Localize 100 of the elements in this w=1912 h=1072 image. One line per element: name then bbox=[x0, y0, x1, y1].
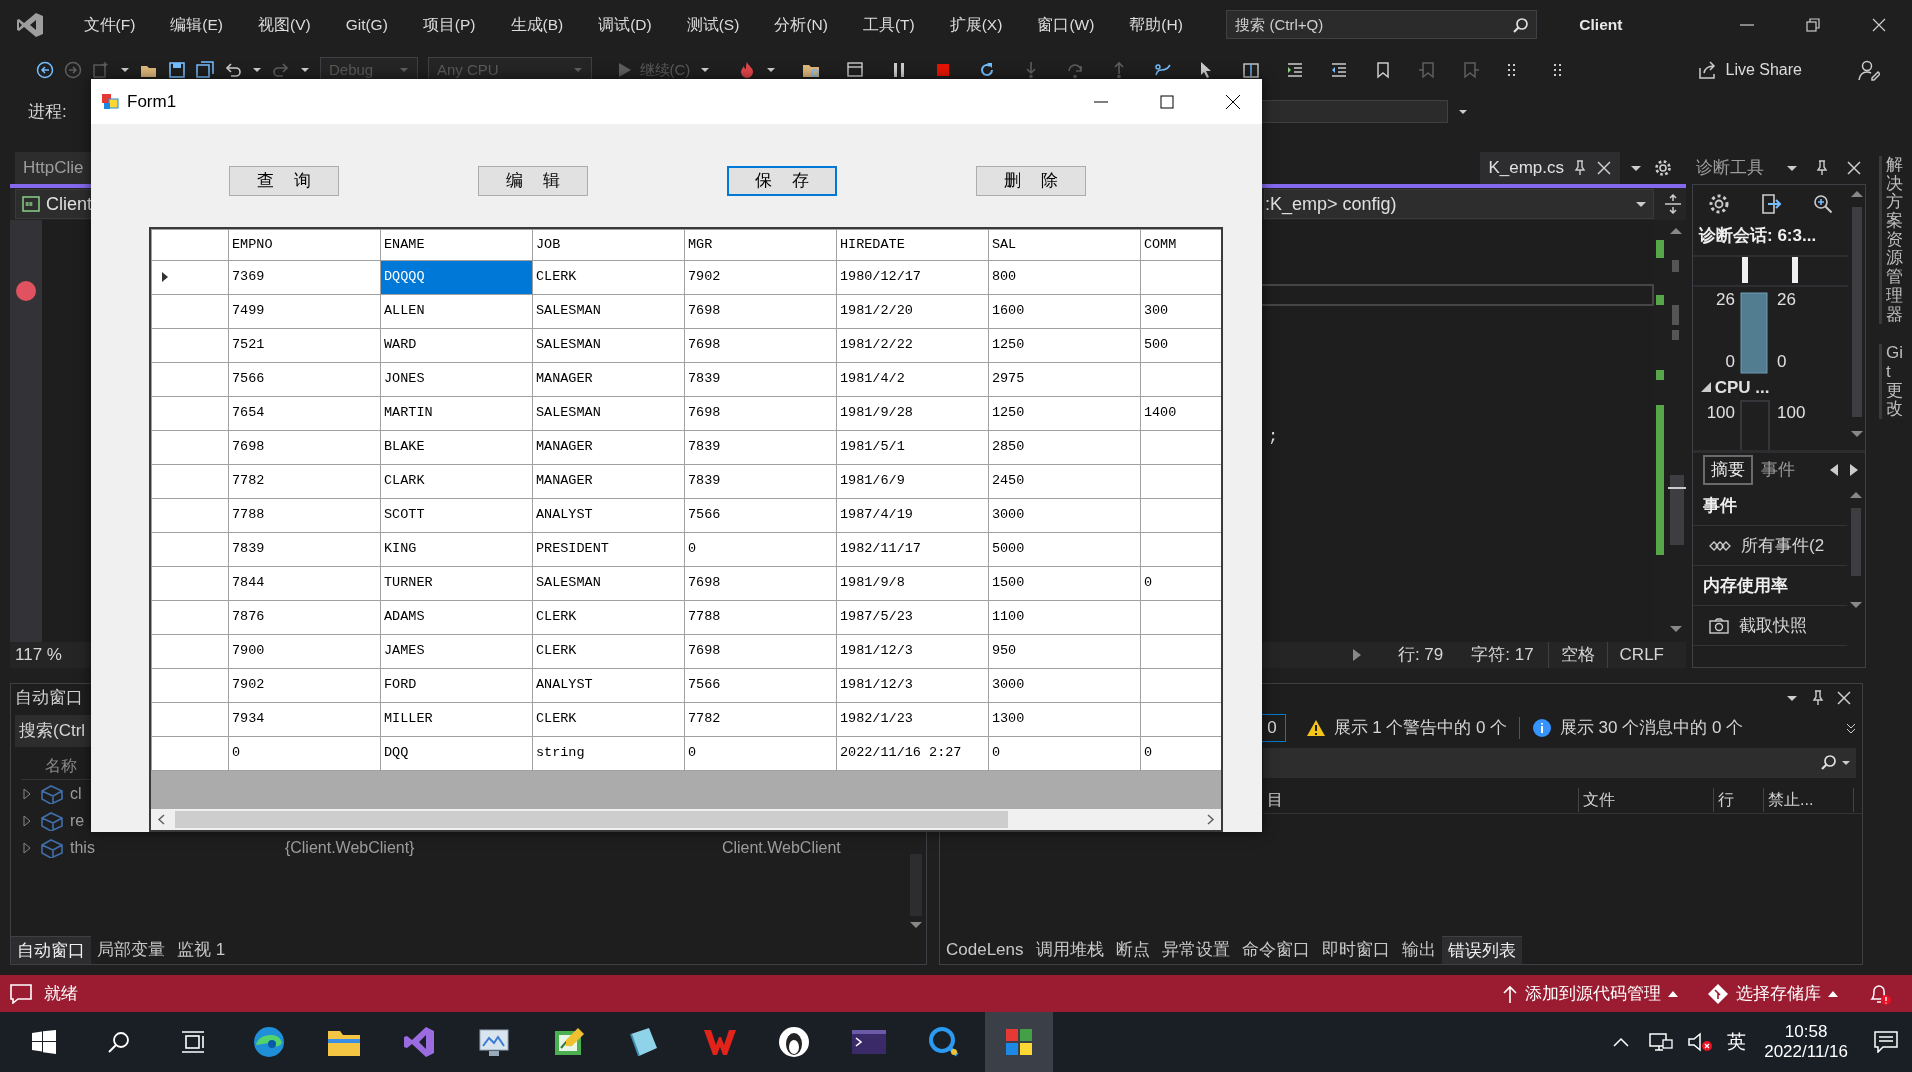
table-cell[interactable]: 7698 bbox=[684, 396, 837, 431]
table-cell[interactable]: 1981/12/3 bbox=[836, 668, 989, 703]
tab[interactable]: 局部变量 bbox=[91, 936, 171, 964]
close-icon[interactable] bbox=[1596, 160, 1612, 176]
table-cell[interactable]: 7876 bbox=[228, 600, 381, 635]
expand-arrow-icon[interactable] bbox=[22, 842, 32, 853]
table-cell[interactable]: 7698 bbox=[684, 566, 837, 601]
table-cell[interactable]: 1981/2/22 bbox=[836, 328, 989, 363]
redo-icon[interactable] bbox=[272, 61, 290, 79]
chevron-up-icon[interactable] bbox=[1613, 1037, 1630, 1047]
table-cell[interactable]: CLERK bbox=[532, 600, 685, 635]
tab[interactable]: 断点 bbox=[1109, 936, 1156, 964]
table-cell[interactable]: 7654 bbox=[228, 396, 381, 431]
clock-date[interactable]: 2022/11/16 bbox=[1764, 1042, 1848, 1062]
table-cell[interactable]: DQQ bbox=[380, 736, 533, 771]
forward-icon[interactable] bbox=[64, 61, 82, 79]
search-icon[interactable] bbox=[1820, 754, 1838, 772]
app-logo-icon[interactable] bbox=[16, 11, 44, 38]
menu-item[interactable]: 文件(F) bbox=[66, 12, 153, 37]
window-icon[interactable] bbox=[846, 61, 865, 79]
menu-item[interactable]: 视图(V) bbox=[240, 12, 329, 37]
tab[interactable]: CodeLens bbox=[940, 936, 1030, 964]
table-cell[interactable]: MANAGER bbox=[532, 362, 685, 397]
menu-item[interactable]: 扩展(X) bbox=[932, 12, 1020, 37]
table-cell[interactable]: 0 bbox=[228, 736, 381, 771]
table-cell[interactable]: 300 bbox=[1140, 294, 1221, 329]
table-cell[interactable]: 0 bbox=[1140, 736, 1221, 771]
menu-item[interactable]: 生成(B) bbox=[493, 12, 581, 37]
caret-icon[interactable] bbox=[1842, 759, 1850, 767]
menu-item[interactable]: 项目(P) bbox=[405, 12, 493, 37]
table-cell[interactable]: 2975 bbox=[988, 362, 1141, 397]
expand-arrow-icon[interactable] bbox=[22, 788, 32, 799]
table-cell[interactable]: CLERK bbox=[532, 260, 685, 295]
member-dropdown[interactable]: :K_emp> config) bbox=[1264, 189, 1654, 219]
settings-icon[interactable] bbox=[1654, 159, 1672, 177]
export-icon[interactable] bbox=[1760, 193, 1783, 215]
table-cell[interactable]: TURNER bbox=[380, 566, 533, 601]
save-icon[interactable] bbox=[168, 61, 186, 79]
caret-icon[interactable] bbox=[766, 65, 777, 75]
table-cell[interactable]: ANALYST bbox=[532, 498, 685, 533]
table-cell[interactable]: ANALYST bbox=[532, 668, 685, 703]
expand-arrow-icon[interactable] bbox=[22, 815, 32, 826]
table-cell[interactable]: 7566 bbox=[228, 362, 381, 397]
table-cell[interactable]: 7782 bbox=[684, 702, 837, 737]
scroll-right-icon[interactable] bbox=[1351, 648, 1362, 662]
split-page-icon[interactable] bbox=[1242, 61, 1261, 79]
new-item-icon[interactable] bbox=[92, 61, 110, 79]
table-cell[interactable]: 2022/11/16 2:27 bbox=[836, 736, 989, 771]
table-cell[interactable]: JONES bbox=[380, 362, 533, 397]
tab[interactable]: 命令窗口 bbox=[1235, 936, 1316, 964]
table-cell[interactable]: 1981/9/28 bbox=[836, 396, 989, 431]
add-to-source-control-button[interactable]: 添加到源代码管理 bbox=[1503, 980, 1678, 1007]
table-cell[interactable]: CLERK bbox=[532, 702, 685, 737]
breakpoint-icon[interactable] bbox=[15, 280, 37, 302]
table-cell[interactable]: 7788 bbox=[228, 498, 381, 533]
table-cell[interactable]: SALESMAN bbox=[532, 566, 685, 601]
table-cell[interactable]: 950 bbox=[988, 634, 1141, 669]
menu-item[interactable]: 帮助(H) bbox=[1111, 12, 1201, 37]
outdent-icon[interactable] bbox=[1330, 61, 1349, 79]
table-cell[interactable]: BLAKE bbox=[380, 430, 533, 465]
table-cell[interactable]: SCOTT bbox=[380, 498, 533, 533]
list-item[interactable]: 所有事件(2 bbox=[1693, 526, 1847, 566]
table-cell[interactable]: 500 bbox=[1140, 328, 1221, 363]
tab[interactable]: 异常设置 bbox=[1155, 936, 1236, 964]
caret-icon[interactable] bbox=[700, 65, 711, 75]
menu-item[interactable]: 编辑(E) bbox=[152, 12, 241, 37]
action-button[interactable]: 保 存 bbox=[727, 166, 837, 196]
whitespace-indicator[interactable]: 空格 bbox=[1547, 642, 1607, 668]
live-share-button[interactable]: Live Share bbox=[1691, 58, 1808, 82]
tab[interactable]: 错误列表 bbox=[1441, 936, 1522, 964]
table-cell[interactable]: 1600 bbox=[988, 294, 1141, 329]
table-cell[interactable]: 7782 bbox=[228, 464, 381, 499]
scroll-right-icon[interactable] bbox=[1849, 462, 1859, 477]
table-cell[interactable]: SALESMAN bbox=[532, 294, 685, 329]
table-cell[interactable]: SALESMAN bbox=[532, 328, 685, 363]
table-cell[interactable]: 1981/2/20 bbox=[836, 294, 989, 329]
table-cell[interactable]: 1981/4/2 bbox=[836, 362, 989, 397]
table-cell[interactable]: 7566 bbox=[684, 498, 837, 533]
table-cell[interactable]: ALLEN bbox=[380, 294, 533, 329]
table-cell[interactable]: 7698 bbox=[684, 634, 837, 669]
table-cell[interactable]: 1981/5/1 bbox=[836, 430, 989, 465]
menu-item[interactable]: 分析(N) bbox=[756, 12, 846, 37]
comment-icon[interactable] bbox=[10, 983, 32, 1004]
feedback-person-icon[interactable] bbox=[1858, 59, 1880, 81]
table-cell[interactable]: 1400 bbox=[1140, 396, 1221, 431]
menu-item[interactable]: 窗口(W) bbox=[1019, 12, 1112, 37]
table-cell[interactable]: 1250 bbox=[988, 396, 1141, 431]
table-cell[interactable]: 1987/4/19 bbox=[836, 498, 989, 533]
tab[interactable]: 监视 1 bbox=[171, 936, 232, 964]
table-cell[interactable]: 2450 bbox=[988, 464, 1141, 499]
tab[interactable]: 输出 bbox=[1395, 936, 1442, 964]
undo-icon[interactable] bbox=[224, 61, 242, 79]
indent-icon[interactable] bbox=[1286, 61, 1305, 79]
table-cell[interactable]: 7698 bbox=[684, 294, 837, 329]
table-cell[interactable]: DQQQQ bbox=[380, 260, 533, 295]
table-cell[interactable]: 7499 bbox=[228, 294, 381, 329]
caret-icon[interactable] bbox=[300, 65, 310, 75]
table-cell[interactable]: CLERK bbox=[532, 634, 685, 669]
table-cell[interactable]: 7934 bbox=[228, 702, 381, 737]
table-cell[interactable]: JAMES bbox=[380, 634, 533, 669]
